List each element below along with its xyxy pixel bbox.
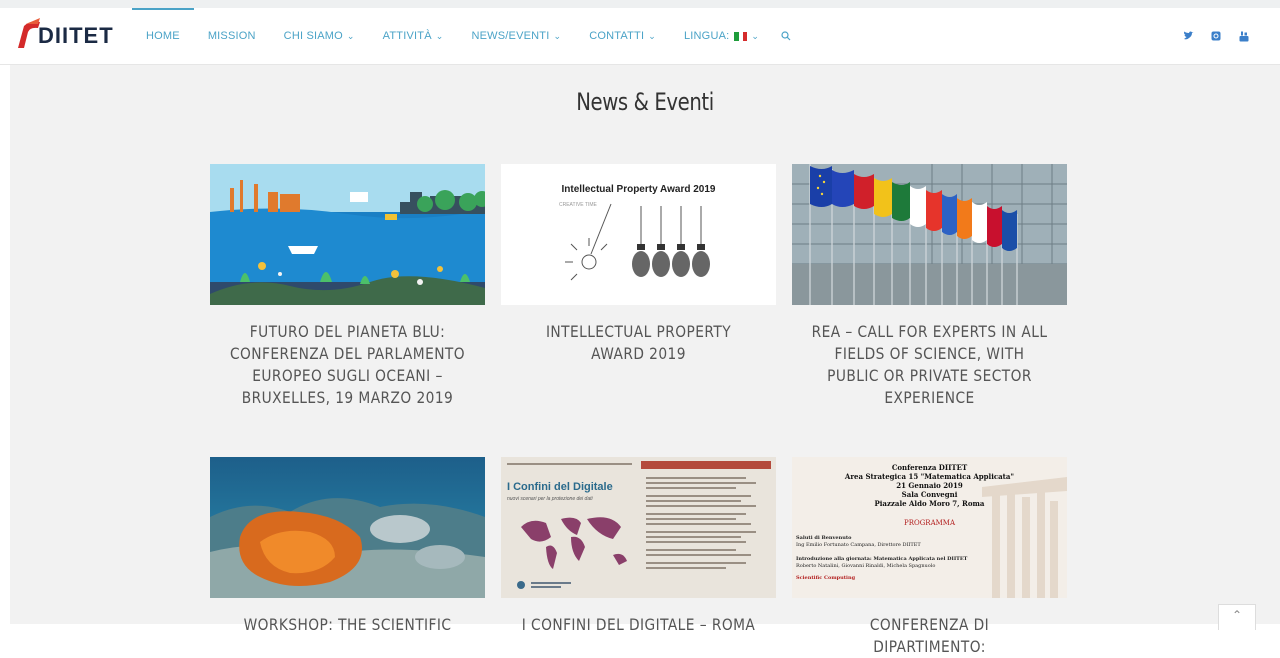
nav-label: NEWS/EVENTI <box>471 30 550 42</box>
news-card-title[interactable]: FUTURO DEL PIANETA BLU: CONFERENZA DEL P… <box>229 321 466 409</box>
chevron-down-icon: ⌄ <box>553 30 562 41</box>
instagram-icon[interactable] <box>1210 30 1222 42</box>
news-section: News & Eventi FUTURO DEL PIANETA BLU: CO… <box>10 65 1280 656</box>
news-card[interactable]: WORKSHOP: THE SCIENTIFIC <box>210 457 485 636</box>
news-card[interactable]: Intellectual Property Award 2019 CREATIV… <box>501 164 776 365</box>
main-menu: HOME MISSION CHI SIAMO ⌄ ATTIVITÀ ⌄ NEWS/E… <box>132 8 799 64</box>
nav-label: MISSION <box>207 30 256 42</box>
nav-item-news-eventi[interactable]: NEWS/EVENTI ⌄ <box>458 8 576 64</box>
news-card[interactable]: I Confini del Digitale nuovi scenari per… <box>501 457 776 636</box>
news-card-title[interactable]: CONFERENZA DI DIPARTIMENTO: <box>811 614 1048 658</box>
chevron-up-icon: ⌃ <box>1231 608 1243 622</box>
social-links <box>1182 8 1250 64</box>
chevron-down-icon: ⌄ <box>435 30 444 41</box>
chevron-down-icon: ⌄ <box>648 30 656 41</box>
poster-subtitle: nuovi scenari per la protezione dei dati <box>507 496 593 502</box>
eu-flags-photo <box>792 164 1067 305</box>
news-card-title[interactable]: WORKSHOP: THE SCIENTIFIC <box>229 614 466 636</box>
nav-item-mission[interactable]: MISSION <box>194 8 270 64</box>
poster-item: Introduzione alla giornata: Matematica A… <box>796 556 968 562</box>
nav-label: CHI SIAMO <box>283 30 343 42</box>
news-card-title[interactable]: REA – CALL FOR EXPERTS IN ALL FIELDS OF … <box>811 321 1048 409</box>
news-card-title[interactable]: INTELLECTUAL PROPERTY AWARD 2019 <box>520 321 757 365</box>
lightbulbs-illustration: Intellectual Property Award 2019 CREATIV… <box>501 164 776 305</box>
page-title: News & Eventi <box>576 88 714 117</box>
poster-item: Scientific Computing <box>796 575 856 581</box>
nav-label: HOME <box>146 30 180 42</box>
search-button[interactable] <box>773 8 799 64</box>
poster-item: Roberto Natalini, Giovanni Rinaldi, Mich… <box>796 563 936 569</box>
nav-item-contatti[interactable]: CONTATTI ⌄ <box>575 8 670 64</box>
nav-item-home[interactable]: HOME <box>132 8 194 64</box>
nav-label: LINGUA: <box>683 30 730 42</box>
digital-borders-poster: I Confini del Digitale nuovi scenari per… <box>501 457 776 598</box>
nav-label: CONTATTI <box>589 30 645 42</box>
ocean-illustration <box>210 164 485 305</box>
underwater-photo <box>210 457 485 598</box>
top-navbar: DIITET HOME MISSION CHI SIAMO ⌄ ATTIVITÀ ⌄… <box>0 8 1280 65</box>
nav-item-attivita[interactable]: ATTIVITÀ ⌄ <box>369 8 458 64</box>
conference-poster: Conferenza DIITET Area Strategica 15 "Ma… <box>792 457 1067 598</box>
chevron-down-icon: ⌄ <box>346 30 355 41</box>
logo-text: DIITET <box>38 23 114 48</box>
twitter-icon[interactable] <box>1182 30 1194 42</box>
nav-item-chi-siamo[interactable]: CHI SIAMO ⌄ <box>270 8 369 64</box>
italian-flag-icon <box>734 31 748 41</box>
nav-item-lingua[interactable]: LINGUA: ⌄ <box>670 8 773 64</box>
chevron-down-icon: ⌄ <box>751 30 760 41</box>
scroll-to-top-button[interactable]: ⌃ <box>1218 604 1256 630</box>
poster-item: Ing Emilio Fortunato Campana, Direttore … <box>796 542 921 548</box>
youtube-icon[interactable] <box>1238 30 1250 42</box>
news-card-title[interactable]: I CONFINI DEL DIGITALE – ROMA <box>520 614 757 636</box>
news-card[interactable]: FUTURO DEL PIANETA BLU: CONFERENZA DEL P… <box>210 164 485 409</box>
news-card[interactable]: Conferenza DIITET Area Strategica 15 "Ma… <box>792 457 1067 658</box>
search-icon <box>781 31 791 41</box>
poster-items: Saluti di Benvenuto Ing Emilio Fortunato… <box>796 535 967 582</box>
site-logo[interactable]: DIITET <box>16 16 114 56</box>
poster-line: Area Strategica 15 "Matematica Applicata… <box>844 472 1015 481</box>
poster-programma: PROGRAMMA <box>903 519 956 527</box>
poster-item: Saluti di Benvenuto <box>796 535 852 541</box>
poster-line: Conferenza DIITET <box>891 463 968 472</box>
poster-line: Piazzale Aldo Moro 7, Roma <box>874 499 985 508</box>
poster-title: I Confini del Digitale <box>507 481 613 493</box>
top-strip <box>0 0 1280 8</box>
nav-label: ATTIVITÀ <box>382 30 432 42</box>
poster-line: Sala Convegni <box>901 490 958 499</box>
poster-line: 21 Gennaio 2019 <box>896 481 963 490</box>
news-card[interactable]: REA – CALL FOR EXPERTS IN ALL FIELDS OF … <box>792 164 1067 409</box>
poster-header: Conferenza DIITET Area Strategica 15 "Ma… <box>792 463 1067 508</box>
